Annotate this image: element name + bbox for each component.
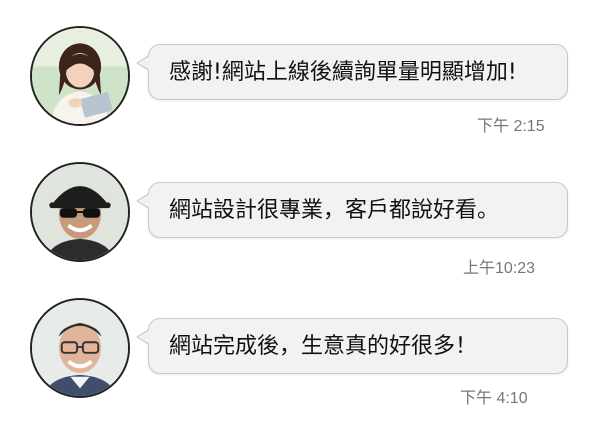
message-text: 感謝!網站上線後續詢單量明顯增加! [169,60,517,85]
message-timestamp: 上午10:23 [463,260,536,277]
avatar-man-with-cap-and-sunglasses-icon [30,162,130,262]
avatar-young-woman-with-tablet-icon [30,26,130,126]
message-text: 網站設計很專業，客戶都說好看。 [169,198,500,223]
chat-bubble: 網站設計很專業，客戶都說好看。 [136,182,568,238]
message-timestamp: 下午 2:15 [477,118,545,135]
chat-bubble: 感謝!網站上線後續詢單量明顯增加! [136,44,568,100]
message-timestamp: 下午 4:10 [460,390,528,407]
chat-bubble: 網站完成後，生意真的好很多！ [136,318,568,374]
avatar-older-man-with-glasses-icon [30,298,130,398]
message-text: 網站完成後，生意真的好很多！ [169,334,478,359]
